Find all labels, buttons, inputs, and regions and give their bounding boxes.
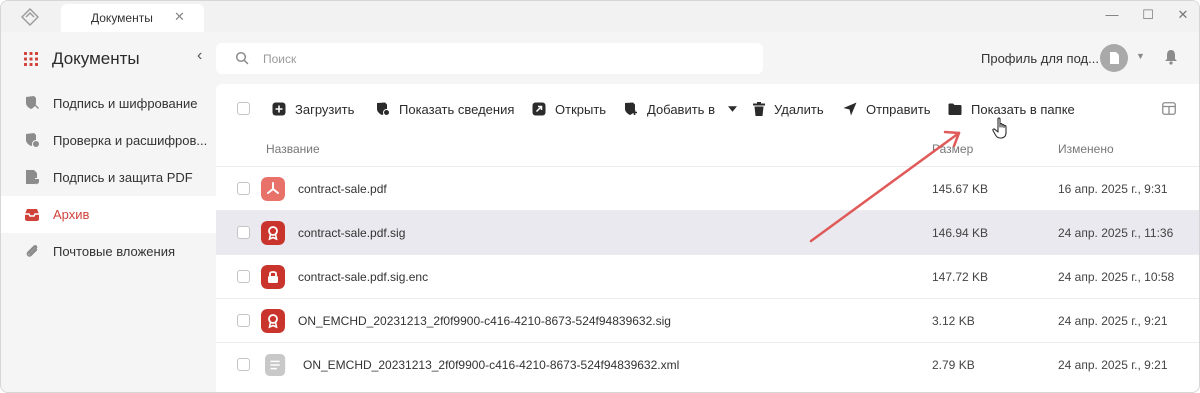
file-name: ON_EMCHD_20231213_2f0f9900-c416-4210-867… xyxy=(298,314,671,328)
encrypted-file-icon xyxy=(261,265,285,289)
search-input[interactable] xyxy=(263,48,743,70)
sidebar: Документы ‹ Подпись и шифрование Проверк… xyxy=(1,32,216,392)
apps-grid-icon[interactable] xyxy=(24,52,38,66)
tab-label: Документы xyxy=(91,11,153,25)
signature-file-icon xyxy=(261,309,285,333)
file-name: contract-sale.pdf.sig.enc xyxy=(298,270,429,284)
open-external-icon xyxy=(532,102,546,116)
file-name: contract-sale.pdf.sig xyxy=(298,226,406,240)
table-row[interactable]: ON_EMCHD_20231213_2f0f9900-c416-4210-867… xyxy=(216,298,1199,342)
paperclip-icon xyxy=(26,245,38,257)
pdf-shield-icon xyxy=(26,170,39,185)
delete-label: Удалить xyxy=(774,101,824,117)
xml-file-icon xyxy=(265,354,286,376)
open-button[interactable]: Открыть xyxy=(532,99,606,119)
sidebar-item-pdf[interactable]: Подпись и защита PDF xyxy=(1,159,216,196)
file-modified: 24 апр. 2025 г., 9:21 xyxy=(1058,358,1168,372)
column-header-modified[interactable]: Изменено xyxy=(1058,142,1114,156)
tab-documents[interactable]: Документы ✕ xyxy=(61,4,204,32)
sidebar-item-label: Почтовые вложения xyxy=(53,244,176,259)
file-name: contract-sale.pdf xyxy=(298,182,387,196)
file-size: 147.72 KB xyxy=(932,270,989,284)
file-size: 145.67 KB xyxy=(932,182,989,196)
select-all-checkbox[interactable] xyxy=(237,102,250,115)
sidebar-item-label: Проверка и расшифров... xyxy=(53,133,208,148)
search-box[interactable] xyxy=(216,43,763,74)
show-info-button[interactable]: Показать сведения xyxy=(376,99,514,119)
send-icon xyxy=(843,102,857,116)
trash-icon xyxy=(753,102,765,116)
search-icon xyxy=(235,51,249,65)
upload-button[interactable]: Загрузить xyxy=(272,99,354,119)
profile-selector[interactable]: Профиль для под... xyxy=(981,51,1099,66)
table-row[interactable]: contract-sale.pdf.sig 146.94 KB 24 апр. … xyxy=(216,210,1199,254)
row-checkbox[interactable] xyxy=(237,358,250,371)
bell-icon[interactable] xyxy=(1164,49,1178,65)
delete-button[interactable]: Удалить xyxy=(753,99,824,119)
sidebar-item-verify-decrypt[interactable]: Проверка и расшифров... xyxy=(1,122,216,159)
sidebar-item-label: Подпись и шифрование xyxy=(53,96,198,111)
document-avatar-icon xyxy=(1110,52,1119,64)
caret-down-icon xyxy=(727,106,737,112)
file-modified: 16 апр. 2025 г., 9:31 xyxy=(1058,182,1168,196)
shield-pen-icon xyxy=(26,96,39,109)
sidebar-item-archive[interactable]: Архив xyxy=(1,196,216,233)
send-button[interactable]: Отправить xyxy=(843,99,930,119)
maximize-button[interactable]: ☐ xyxy=(1138,7,1158,23)
minimize-button[interactable]: — xyxy=(1102,7,1122,22)
layout-toggle-icon[interactable] xyxy=(1162,102,1176,115)
hand-cursor-icon xyxy=(992,117,1007,139)
file-modified: 24 апр. 2025 г., 11:36 xyxy=(1058,226,1174,240)
file-size: 146.94 KB xyxy=(932,226,989,240)
signature-file-icon xyxy=(261,221,285,245)
app-window: Документы ✕ — ☐ ✕ Документы ‹ Подпись и … xyxy=(0,0,1200,393)
add-to-label: Добавить в xyxy=(647,101,715,117)
file-name: ON_EMCHD_20231213_2f0f9900-c416-4210-867… xyxy=(303,358,680,372)
upload-label: Загрузить xyxy=(295,101,355,117)
tab-close-icon[interactable]: ✕ xyxy=(174,9,185,25)
title-bar: Документы ✕ — ☐ ✕ xyxy=(1,1,1199,32)
row-checkbox[interactable] xyxy=(237,226,250,239)
file-size: 3.12 KB xyxy=(932,314,975,328)
row-checkbox[interactable] xyxy=(237,314,250,327)
add-to-button[interactable]: Добавить в xyxy=(624,99,737,119)
file-list-panel: Загрузить Показать сведения Открыть Доба… xyxy=(216,84,1199,392)
close-window-button[interactable]: ✕ xyxy=(1173,7,1193,23)
pdf-file-icon xyxy=(261,177,285,201)
sidebar-title: Документы xyxy=(52,49,140,68)
avatar[interactable] xyxy=(1100,44,1128,72)
app-logo-icon xyxy=(21,8,39,26)
column-header-name[interactable]: Название xyxy=(266,142,320,156)
sidebar-header: Документы ‹ xyxy=(1,32,216,84)
shield-check-icon xyxy=(26,133,40,148)
collapse-sidebar-icon[interactable]: ‹ xyxy=(197,47,202,65)
folder-icon xyxy=(948,103,962,115)
open-label: Открыть xyxy=(555,101,607,117)
row-checkbox[interactable] xyxy=(237,270,250,283)
chevron-down-icon[interactable]: ▼ xyxy=(1136,51,1145,61)
archive-icon xyxy=(25,209,39,221)
row-checkbox[interactable] xyxy=(237,182,250,195)
table-row[interactable]: contract-sale.pdf 145.67 KB 16 апр. 2025… xyxy=(216,166,1199,210)
send-label: Отправить xyxy=(866,101,931,117)
column-header-size[interactable]: Размер xyxy=(932,142,973,156)
show-in-folder-label: Показать в папке xyxy=(971,101,1075,117)
show-in-folder-button[interactable]: Показать в папке xyxy=(948,99,1075,119)
upload-icon xyxy=(272,102,286,116)
file-size: 2.79 KB xyxy=(932,358,975,372)
show-info-label: Показать сведения xyxy=(399,101,515,117)
file-modified: 24 апр. 2025 г., 9:21 xyxy=(1058,314,1168,328)
sidebar-item-sign-encrypt[interactable]: Подпись и шифрование xyxy=(1,85,216,122)
table-row[interactable]: contract-sale.pdf.sig.enc 147.72 KB 24 а… xyxy=(216,254,1199,298)
sidebar-item-label: Подпись и защита PDF xyxy=(53,170,193,185)
sidebar-item-label: Архив xyxy=(53,207,90,222)
file-modified: 24 апр. 2025 г., 10:58 xyxy=(1058,270,1175,284)
sidebar-item-mail-attachments[interactable]: Почтовые вложения xyxy=(1,233,216,270)
shield-info-icon xyxy=(377,102,390,116)
shield-plus-icon xyxy=(625,102,637,115)
table-row[interactable]: ON_EMCHD_20231213_2f0f9900-c416-4210-867… xyxy=(216,342,1199,386)
